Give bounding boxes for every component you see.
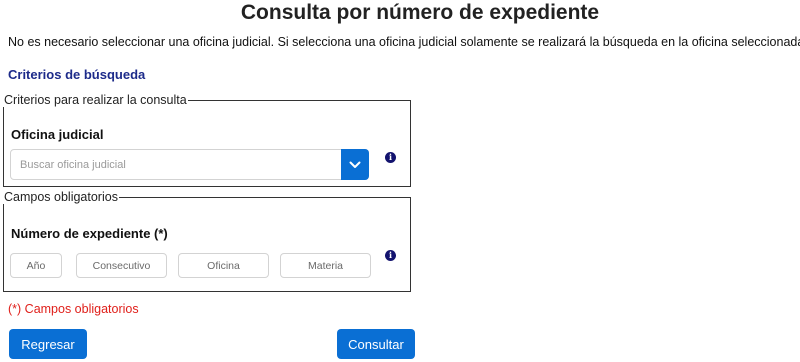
year-input[interactable] — [10, 253, 62, 278]
chevron-down-icon — [349, 161, 361, 168]
office-code-input[interactable] — [178, 253, 269, 278]
office-search-input[interactable] — [11, 150, 341, 179]
criteria-legend: Criterios para realizar la consulta — [4, 93, 187, 107]
office-info-icon[interactable]: i — [385, 152, 396, 163]
office-dropdown-button[interactable] — [341, 149, 369, 180]
search-criteria-heading: Criterios de búsqueda — [8, 67, 146, 82]
intro-text: No es necesario seleccionar una oficina … — [8, 35, 800, 49]
subject-input[interactable] — [280, 253, 371, 278]
required-fields-note: (*) Campos obligatorios — [8, 302, 139, 316]
case-number-label: Número de expediente (*) — [11, 226, 168, 241]
office-label: Oficina judicial — [11, 127, 104, 142]
consecutive-input[interactable] — [76, 253, 167, 278]
search-button[interactable]: Consultar — [337, 329, 415, 359]
office-search-select[interactable] — [10, 149, 369, 180]
back-button[interactable]: Regresar — [9, 329, 87, 359]
page-title: Consulta por número de expediente — [240, 1, 600, 24]
required-legend: Campos obligatorios — [4, 190, 118, 204]
case-number-info-icon[interactable]: i — [385, 250, 396, 261]
